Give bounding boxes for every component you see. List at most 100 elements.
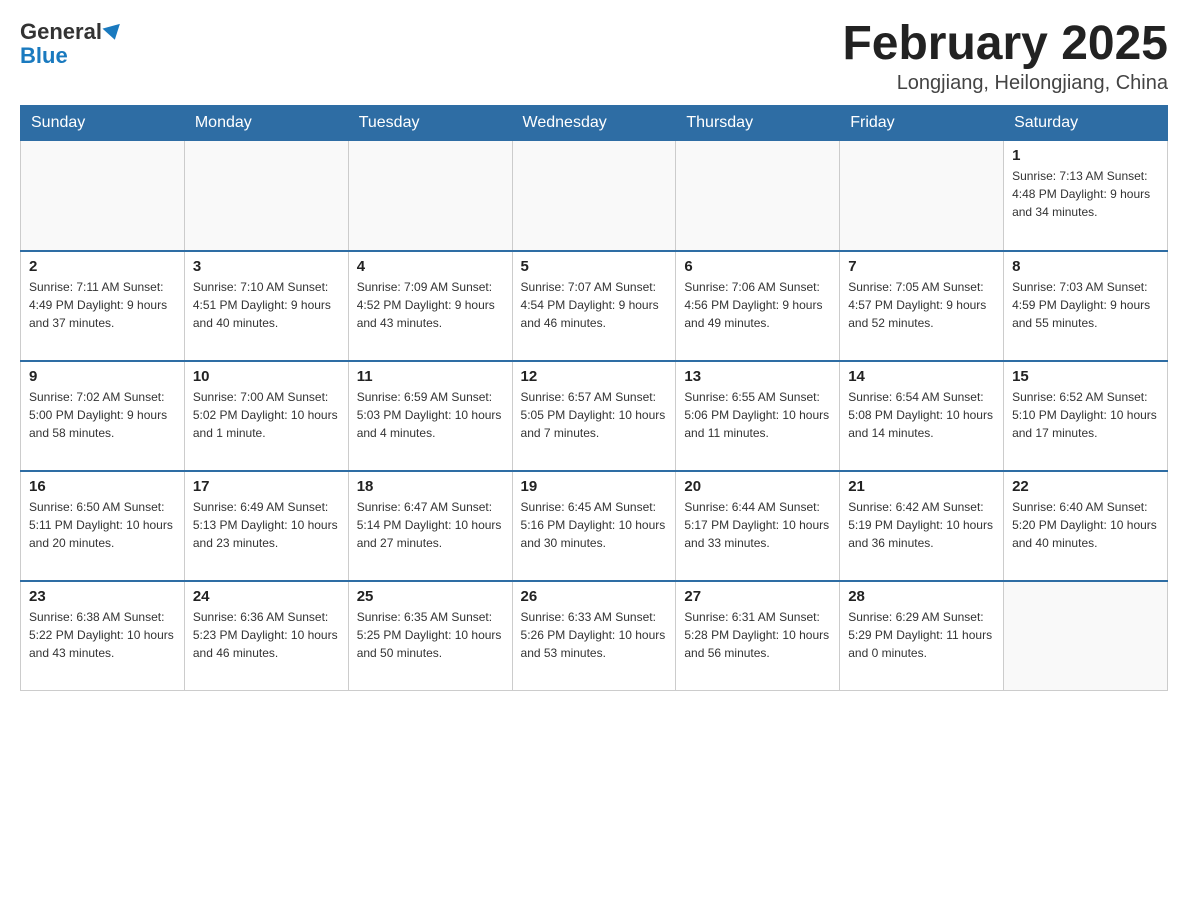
calendar-header-row: Sunday Monday Tuesday Wednesday Thursday…: [21, 106, 1168, 141]
day-info: Sunrise: 6:36 AM Sunset: 5:23 PM Dayligh…: [193, 608, 340, 662]
table-row: [1004, 581, 1168, 691]
day-info: Sunrise: 6:57 AM Sunset: 5:05 PM Dayligh…: [521, 388, 668, 442]
col-monday: Monday: [184, 106, 348, 141]
calendar-week-row: 16 Sunrise: 6:50 AM Sunset: 5:11 PM Dayli…: [21, 471, 1168, 581]
day-number: 1: [1012, 147, 1159, 164]
day-info: Sunrise: 7:07 AM Sunset: 4:54 PM Dayligh…: [521, 278, 668, 332]
day-number: 16: [29, 478, 176, 495]
day-info: Sunrise: 6:31 AM Sunset: 5:28 PM Dayligh…: [684, 608, 831, 662]
table-row: [348, 141, 512, 251]
table-row: 14 Sunrise: 6:54 AM Sunset: 5:08 PM Dayli…: [840, 361, 1004, 471]
day-number: 11: [357, 368, 504, 385]
table-row: 2 Sunrise: 7:11 AM Sunset: 4:49 PM Daylig…: [21, 251, 185, 361]
day-info: Sunrise: 7:09 AM Sunset: 4:52 PM Dayligh…: [357, 278, 504, 332]
day-info: Sunrise: 7:02 AM Sunset: 5:00 PM Dayligh…: [29, 388, 176, 442]
table-row: 18 Sunrise: 6:47 AM Sunset: 5:14 PM Dayli…: [348, 471, 512, 581]
day-number: 27: [684, 588, 831, 605]
logo-blue-text: Blue: [20, 43, 68, 68]
day-number: 17: [193, 478, 340, 495]
day-number: 21: [848, 478, 995, 495]
day-number: 14: [848, 368, 995, 385]
day-number: 5: [521, 258, 668, 275]
calendar-week-row: 1 Sunrise: 7:13 AM Sunset: 4:48 PM Daylig…: [21, 141, 1168, 251]
day-info: Sunrise: 7:03 AM Sunset: 4:59 PM Dayligh…: [1012, 278, 1159, 332]
day-info: Sunrise: 6:29 AM Sunset: 5:29 PM Dayligh…: [848, 608, 995, 662]
table-row: 7 Sunrise: 7:05 AM Sunset: 4:57 PM Daylig…: [840, 251, 1004, 361]
day-info: Sunrise: 7:11 AM Sunset: 4:49 PM Dayligh…: [29, 278, 176, 332]
day-info: Sunrise: 6:33 AM Sunset: 5:26 PM Dayligh…: [521, 608, 668, 662]
calendar-week-row: 9Sunrise: 7:02 AM Sunset: 5:00 PM Daylig…: [21, 361, 1168, 471]
page-header: General Blue February 2025 Longjiang, He…: [20, 20, 1168, 95]
day-number: 8: [1012, 258, 1159, 275]
table-row: 19 Sunrise: 6:45 AM Sunset: 5:16 PM Dayli…: [512, 471, 676, 581]
col-friday: Friday: [840, 106, 1004, 141]
calendar-week-row: 2 Sunrise: 7:11 AM Sunset: 4:49 PM Daylig…: [21, 251, 1168, 361]
day-number: 28: [848, 588, 995, 605]
day-info: Sunrise: 6:40 AM Sunset: 5:20 PM Dayligh…: [1012, 498, 1159, 552]
day-number: 23: [29, 588, 176, 605]
logo: General Blue: [20, 20, 122, 68]
day-info: Sunrise: 7:13 AM Sunset: 4:48 PM Dayligh…: [1012, 167, 1159, 221]
day-info: Sunrise: 6:49 AM Sunset: 5:13 PM Dayligh…: [193, 498, 340, 552]
day-number: 26: [521, 588, 668, 605]
day-info: Sunrise: 6:59 AM Sunset: 5:03 PM Dayligh…: [357, 388, 504, 442]
day-number: 2: [29, 258, 176, 275]
logo-triangle-icon: [102, 24, 123, 42]
day-info: Sunrise: 6:38 AM Sunset: 5:22 PM Dayligh…: [29, 608, 176, 662]
day-number: 7: [848, 258, 995, 275]
day-number: 3: [193, 258, 340, 275]
table-row: 3Sunrise: 7:10 AM Sunset: 4:51 PM Daylig…: [184, 251, 348, 361]
day-info: Sunrise: 6:54 AM Sunset: 5:08 PM Dayligh…: [848, 388, 995, 442]
logo-general-text: General: [20, 19, 102, 44]
table-row: 9Sunrise: 7:02 AM Sunset: 5:00 PM Daylig…: [21, 361, 185, 471]
day-info: Sunrise: 6:47 AM Sunset: 5:14 PM Dayligh…: [357, 498, 504, 552]
table-row: [840, 141, 1004, 251]
day-info: Sunrise: 6:45 AM Sunset: 5:16 PM Dayligh…: [521, 498, 668, 552]
table-row: 26 Sunrise: 6:33 AM Sunset: 5:26 PM Dayli…: [512, 581, 676, 691]
day-number: 10: [193, 368, 340, 385]
day-info: Sunrise: 7:05 AM Sunset: 4:57 PM Dayligh…: [848, 278, 995, 332]
table-row: 12 Sunrise: 6:57 AM Sunset: 5:05 PM Dayli…: [512, 361, 676, 471]
table-row: 28 Sunrise: 6:29 AM Sunset: 5:29 PM Dayli…: [840, 581, 1004, 691]
table-row: 22Sunrise: 6:40 AM Sunset: 5:20 PM Dayli…: [1004, 471, 1168, 581]
table-row: 13 Sunrise: 6:55 AM Sunset: 5:06 PM Dayli…: [676, 361, 840, 471]
location-subtitle: Longjiang, Heilongjiang, China: [842, 72, 1168, 95]
day-number: 19: [521, 478, 668, 495]
table-row: 10Sunrise: 7:00 AM Sunset: 5:02 PM Dayli…: [184, 361, 348, 471]
day-info: Sunrise: 6:50 AM Sunset: 5:11 PM Dayligh…: [29, 498, 176, 552]
col-saturday: Saturday: [1004, 106, 1168, 141]
day-number: 13: [684, 368, 831, 385]
table-row: 20 Sunrise: 6:44 AM Sunset: 5:17 PM Dayli…: [676, 471, 840, 581]
table-row: 5 Sunrise: 7:07 AM Sunset: 4:54 PM Daylig…: [512, 251, 676, 361]
day-number: 6: [684, 258, 831, 275]
calendar-table: Sunday Monday Tuesday Wednesday Thursday…: [20, 105, 1168, 691]
col-sunday: Sunday: [21, 106, 185, 141]
day-number: 25: [357, 588, 504, 605]
table-row: [512, 141, 676, 251]
day-number: 24: [193, 588, 340, 605]
day-number: 4: [357, 258, 504, 275]
col-wednesday: Wednesday: [512, 106, 676, 141]
table-row: 6Sunrise: 7:06 AM Sunset: 4:56 PM Daylig…: [676, 251, 840, 361]
table-row: 24 Sunrise: 6:36 AM Sunset: 5:23 PM Dayli…: [184, 581, 348, 691]
table-row: [676, 141, 840, 251]
day-number: 18: [357, 478, 504, 495]
col-thursday: Thursday: [676, 106, 840, 141]
day-info: Sunrise: 6:52 AM Sunset: 5:10 PM Dayligh…: [1012, 388, 1159, 442]
table-row: 27 Sunrise: 6:31 AM Sunset: 5:28 PM Dayli…: [676, 581, 840, 691]
table-row: 23 Sunrise: 6:38 AM Sunset: 5:22 PM Dayli…: [21, 581, 185, 691]
day-number: 20: [684, 478, 831, 495]
table-row: 11 Sunrise: 6:59 AM Sunset: 5:03 PM Dayli…: [348, 361, 512, 471]
table-row: [184, 141, 348, 251]
day-info: Sunrise: 6:55 AM Sunset: 5:06 PM Dayligh…: [684, 388, 831, 442]
table-row: 17 Sunrise: 6:49 AM Sunset: 5:13 PM Dayli…: [184, 471, 348, 581]
table-row: 4 Sunrise: 7:09 AM Sunset: 4:52 PM Daylig…: [348, 251, 512, 361]
day-info: Sunrise: 6:42 AM Sunset: 5:19 PM Dayligh…: [848, 498, 995, 552]
day-info: Sunrise: 6:44 AM Sunset: 5:17 PM Dayligh…: [684, 498, 831, 552]
day-number: 15: [1012, 368, 1159, 385]
title-block: February 2025 Longjiang, Heilongjiang, C…: [842, 20, 1168, 95]
table-row: 16 Sunrise: 6:50 AM Sunset: 5:11 PM Dayli…: [21, 471, 185, 581]
table-row: 21 Sunrise: 6:42 AM Sunset: 5:19 PM Dayli…: [840, 471, 1004, 581]
table-row: 8 Sunrise: 7:03 AM Sunset: 4:59 PM Daylig…: [1004, 251, 1168, 361]
day-number: 12: [521, 368, 668, 385]
